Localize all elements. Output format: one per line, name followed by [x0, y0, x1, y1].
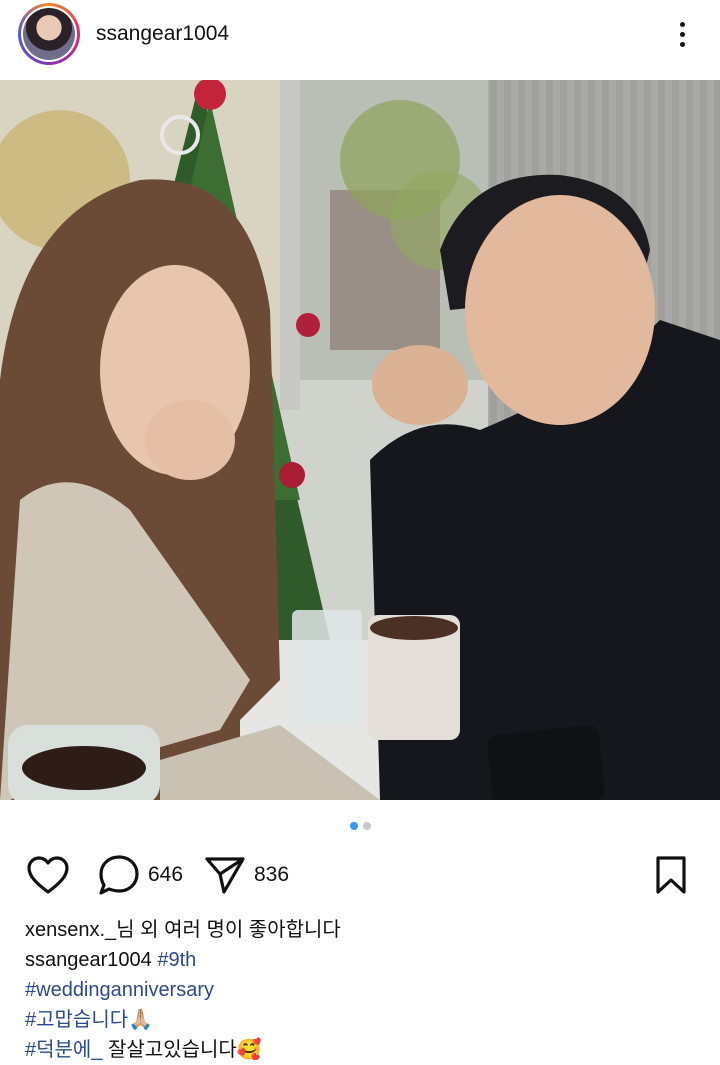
caption-line: #고맙습니다🙏🏼	[25, 1005, 705, 1035]
caption-line: #덕분에_ 잘살고있습니다🥰	[25, 1035, 705, 1065]
save-button[interactable]	[654, 850, 688, 900]
caption-username[interactable]: ssangear1004	[25, 949, 152, 971]
caption-text: 잘살고있습니다	[102, 1039, 237, 1061]
carousel-dot	[362, 822, 371, 830]
smiling-hearts-emoji: 🥰	[236, 1039, 262, 1061]
send-icon	[205, 857, 245, 894]
comment-count: 646	[148, 863, 184, 886]
folded-hands-emoji: 🙏🏼	[128, 1009, 154, 1031]
more-vertical-icon[interactable]	[664, 16, 700, 52]
like-button[interactable]	[26, 850, 70, 900]
carousel-indicator	[0, 822, 720, 832]
profile-avatar-image	[23, 8, 75, 60]
post-photo[interactable]	[0, 80, 720, 800]
comment-icon	[99, 855, 139, 895]
share-button[interactable]: 836	[204, 850, 289, 900]
comment-button[interactable]: 646	[98, 850, 183, 900]
post-header: ssangear1004	[0, 0, 720, 80]
action-bar: 646 836	[0, 850, 720, 900]
post-username[interactable]: ssangear1004	[96, 22, 229, 46]
hashtag-link[interactable]: #고맙습니다	[25, 1009, 128, 1031]
hashtag-link[interactable]: #9th	[157, 949, 196, 971]
hashtag-link[interactable]: #덕분에_	[25, 1039, 102, 1061]
caption-line: #weddinganniversary	[25, 975, 705, 1005]
avatar[interactable]	[18, 3, 80, 65]
bookmark-icon	[656, 856, 686, 894]
caption-block: xensenx._님 외 여러 명이 좋아합니다 ssangear1004 #9…	[25, 915, 705, 1065]
likes-text[interactable]: xensenx._님 외 여러 명이 좋아합니다	[25, 915, 705, 945]
carousel-dot-active	[349, 822, 358, 830]
share-count: 836	[254, 863, 290, 886]
heart-icon	[27, 856, 69, 894]
caption-line: ssangear1004 #9th	[25, 945, 705, 975]
hashtag-link[interactable]: #weddinganniversary	[25, 979, 214, 1001]
